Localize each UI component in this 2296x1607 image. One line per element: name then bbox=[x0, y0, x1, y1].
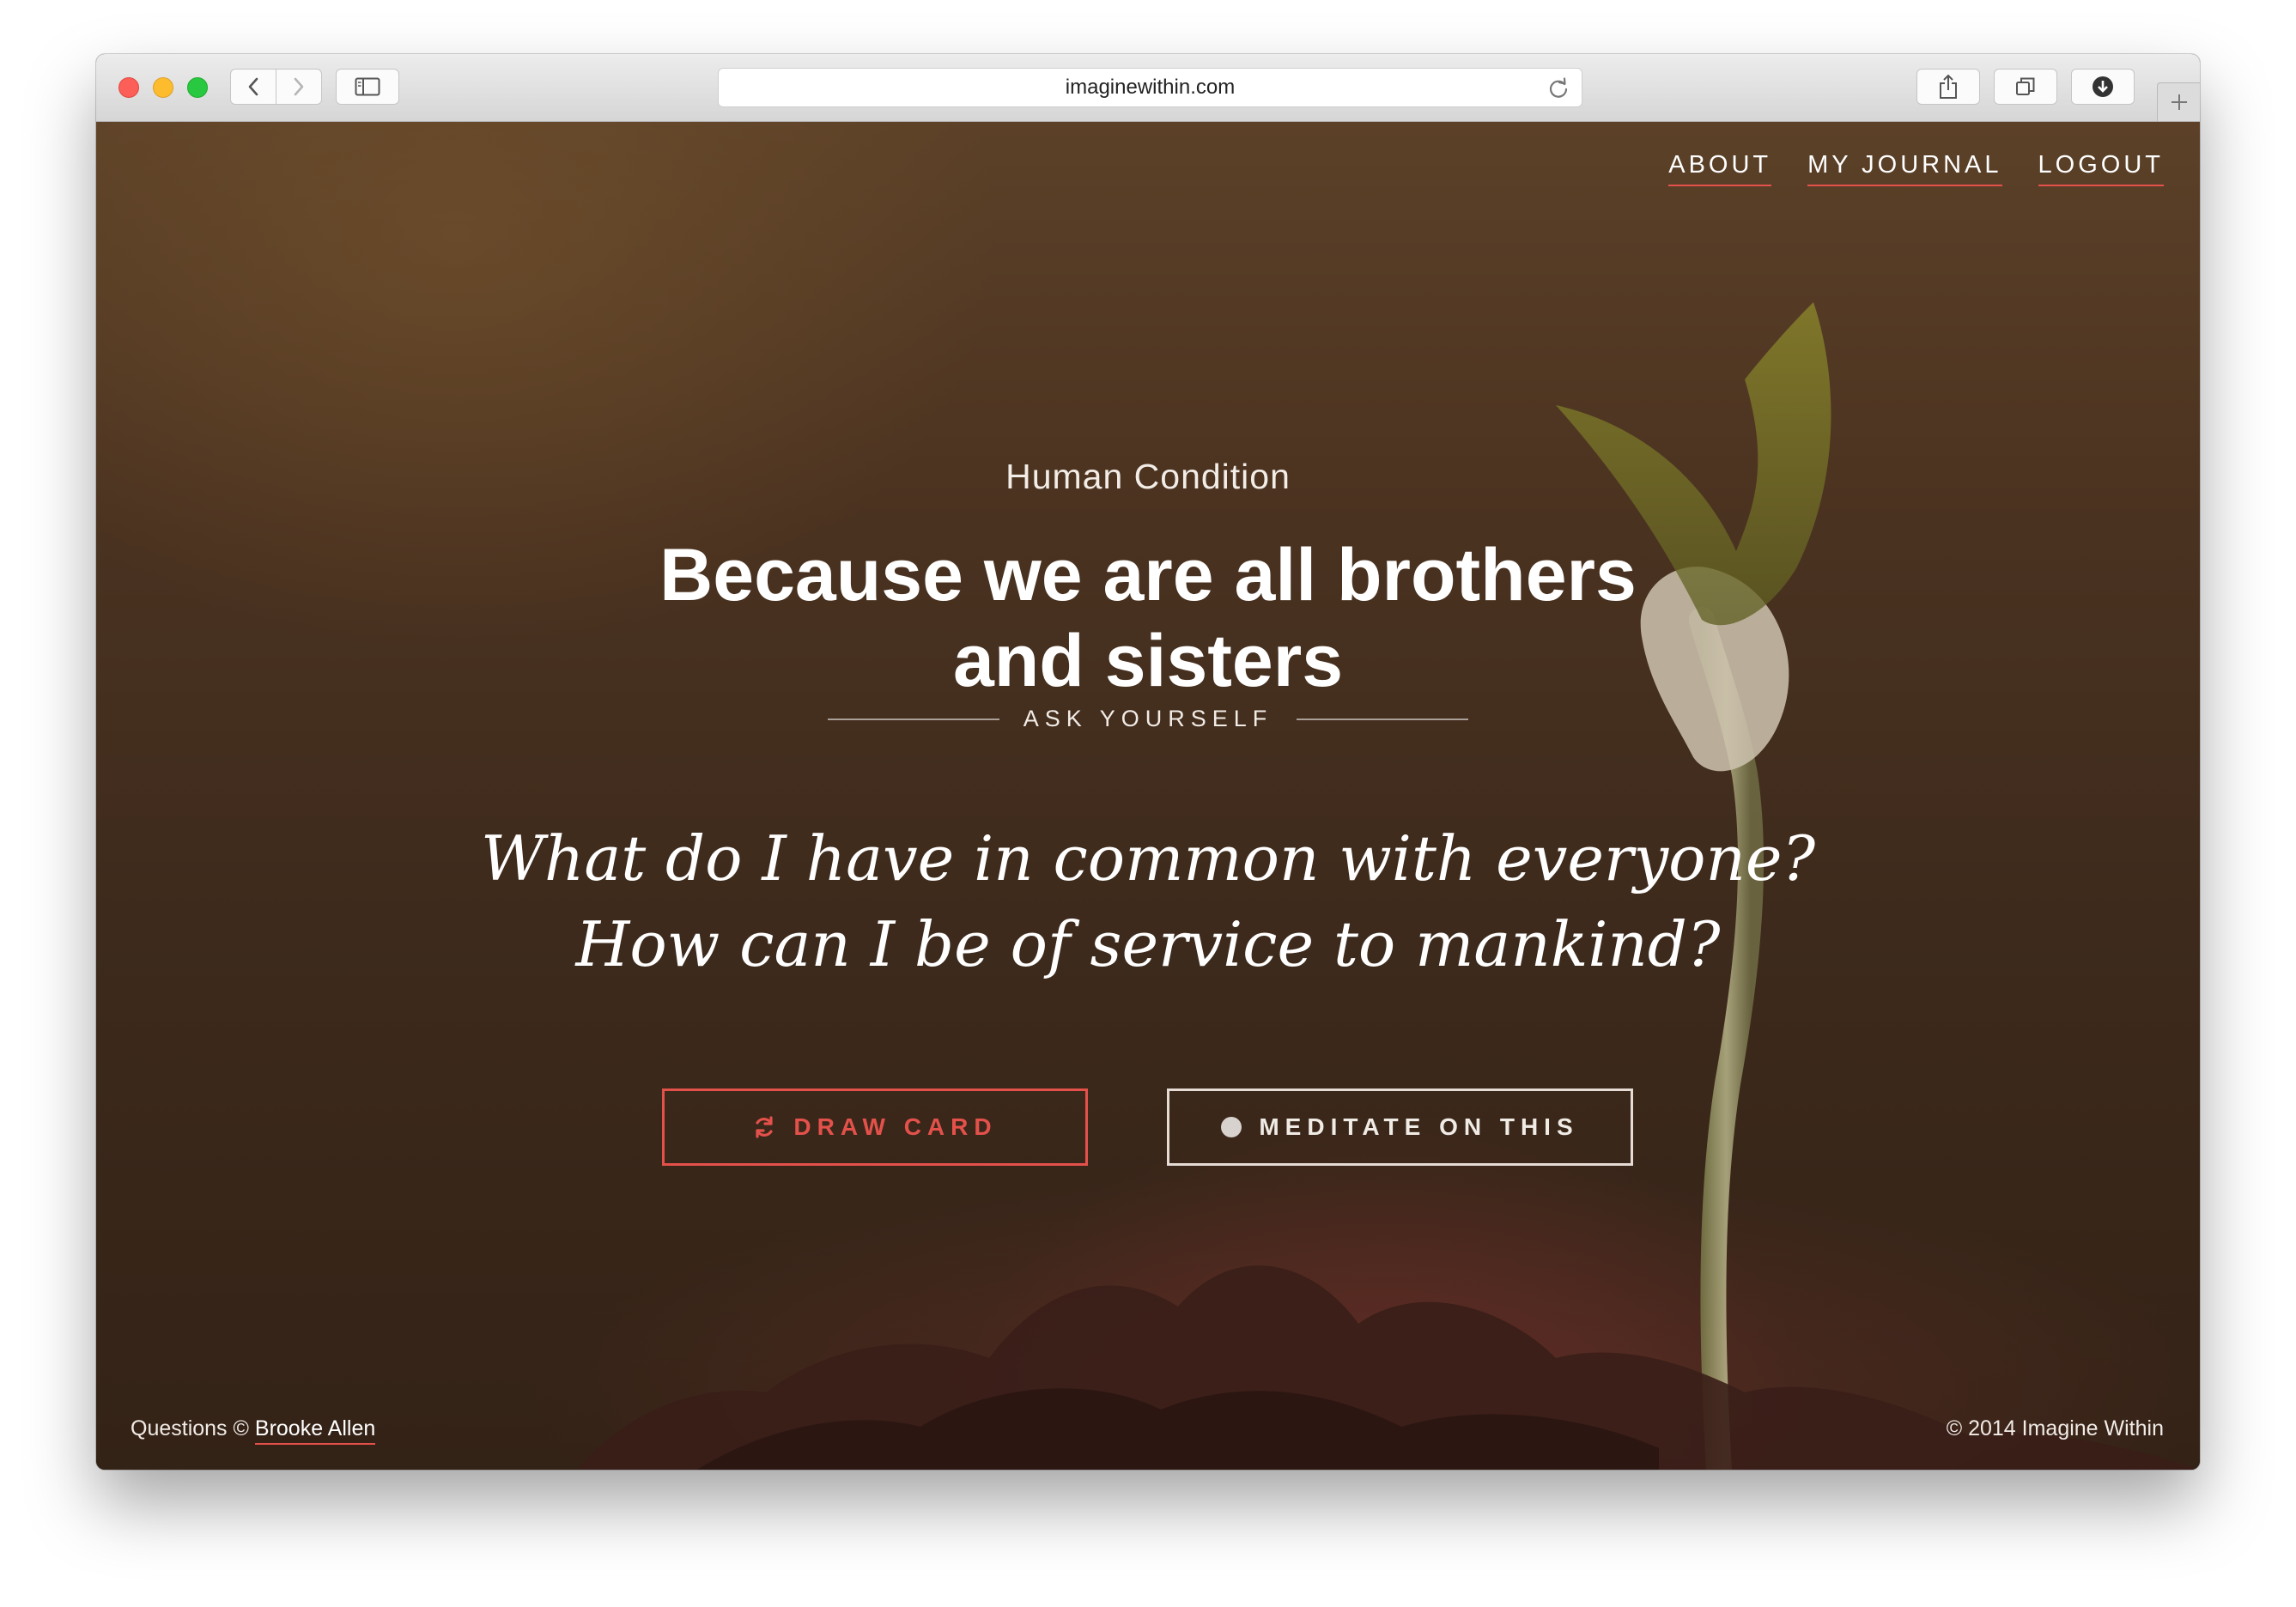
divider-line-right bbox=[1297, 718, 1469, 720]
nav-my-journal-link[interactable]: MY JOURNAL bbox=[1807, 151, 2002, 186]
author-link[interactable]: Brooke Allen bbox=[254, 1416, 376, 1445]
share-icon bbox=[1940, 74, 1957, 99]
question-credit: Questions © Brooke Allen bbox=[131, 1416, 376, 1445]
chevron-right-icon bbox=[294, 77, 304, 96]
tab-overview-button[interactable] bbox=[1994, 69, 2057, 105]
back-button[interactable] bbox=[231, 70, 276, 104]
question-line-2: How can I be of service to mankind? bbox=[575, 908, 1721, 980]
refresh-icon bbox=[756, 1116, 773, 1138]
nav-about-link[interactable]: ABOUT bbox=[1668, 151, 1772, 186]
ask-yourself-divider: ASK YOURSELF bbox=[96, 706, 2200, 732]
chevron-left-icon bbox=[248, 77, 258, 96]
url-text: imaginewithin.com bbox=[1065, 76, 1236, 99]
meditate-button[interactable]: MEDITATE ON THIS bbox=[1167, 1089, 1633, 1166]
sidebar-icon bbox=[355, 77, 380, 96]
new-tab-button[interactable] bbox=[2157, 82, 2200, 121]
plus-icon bbox=[2171, 94, 2187, 110]
forward-button[interactable] bbox=[276, 70, 321, 104]
maximize-window-button[interactable] bbox=[187, 77, 208, 98]
share-button[interactable] bbox=[1916, 69, 1980, 105]
nav-logout-link[interactable]: LOGOUT bbox=[2038, 151, 2164, 186]
top-nav: ABOUT MY JOURNAL LOGOUT bbox=[1668, 151, 2164, 186]
browser-window: imaginewithin.com ABOUT MY JOURNAL LOGOU… bbox=[96, 54, 2200, 1470]
address-bar[interactable]: imaginewithin.com bbox=[718, 68, 1582, 107]
draw-card-label: DRAW CARD bbox=[793, 1113, 998, 1140]
credit-prefix: Questions © bbox=[131, 1416, 249, 1440]
dot-icon bbox=[1221, 1117, 1242, 1137]
browser-toolbar: imaginewithin.com bbox=[96, 54, 2200, 122]
downloads-button[interactable] bbox=[2071, 69, 2135, 105]
page-content: ABOUT MY JOURNAL LOGOUT Human Condition … bbox=[96, 122, 2200, 1470]
copyright-text: © 2014 Imagine Within bbox=[1946, 1416, 2164, 1440]
reload-icon[interactable] bbox=[1547, 77, 1570, 100]
tabs-icon bbox=[2016, 77, 2035, 95]
card-category: Human Condition bbox=[1005, 457, 1291, 496]
card-headline: Because we are all brothers and sisters bbox=[659, 534, 1637, 702]
download-icon bbox=[2093, 76, 2113, 97]
divider-line-left bbox=[827, 718, 999, 720]
question-line-1: What do I have in common with everyone? bbox=[480, 822, 1816, 894]
meditate-label: MEDITATE ON THIS bbox=[1259, 1113, 1579, 1140]
sprout-background-image bbox=[525, 302, 2200, 1470]
minimize-window-button[interactable] bbox=[153, 77, 173, 98]
ask-yourself-label: ASK YOURSELF bbox=[1023, 706, 1273, 731]
history-nav-group bbox=[230, 69, 322, 105]
draw-card-button[interactable]: DRAW CARD bbox=[662, 1089, 1088, 1166]
sidebar-toggle-button[interactable] bbox=[336, 69, 399, 105]
reflection-question: What do I have in common with everyone? … bbox=[461, 816, 1835, 987]
close-window-button[interactable] bbox=[118, 77, 139, 98]
